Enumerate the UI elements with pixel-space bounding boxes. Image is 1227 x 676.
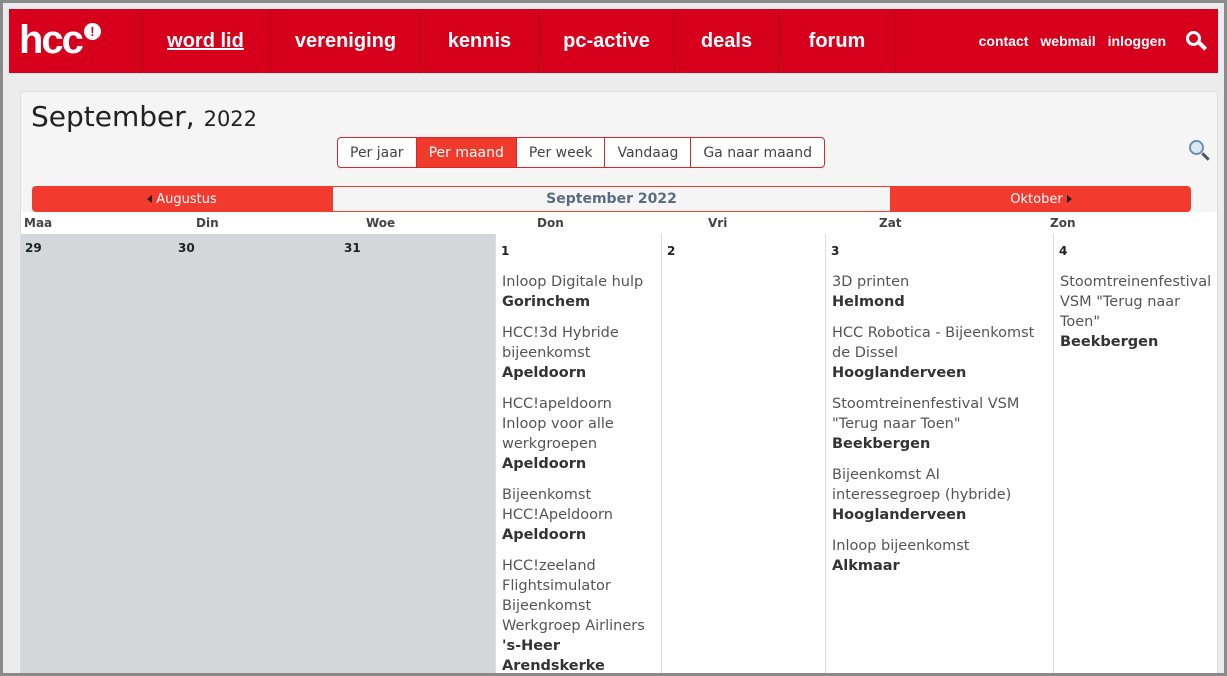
logo-text: hcc: [19, 17, 84, 62]
day-cell-4: 4 Stoomtreinenfestival VSM "Terug naar T…: [1053, 234, 1217, 673]
hcc-logo[interactable]: hcc !: [19, 17, 101, 63]
day-number: 29: [25, 241, 42, 255]
per-jaar-button[interactable]: Per jaar: [338, 138, 417, 167]
inloggen-link[interactable]: inloggen: [1108, 33, 1166, 49]
previous-month-button[interactable]: Augustus: [32, 186, 332, 212]
weekday-vri: Vri: [708, 216, 728, 230]
arrow-left-icon: [147, 195, 153, 203]
year: 2022: [203, 107, 258, 131]
event-item[interactable]: Bijeenkomst AI interessegroep (hybride) H…: [832, 465, 1049, 525]
event-item[interactable]: Bijeenkomst HCC!Apeldoorn Apeldoorn: [502, 485, 657, 545]
month-grid: 29 30 31 1 Inloop Digitale hulp Gorinchem…: [21, 234, 1217, 673]
next-month-label: Oktober: [1010, 191, 1063, 207]
current-month-label: September 2022: [332, 186, 891, 212]
nav-item-vereniging[interactable]: vereniging: [270, 9, 420, 73]
next-month-button[interactable]: Oktober: [891, 186, 1191, 212]
previous-month-days: 29 30 31: [21, 234, 495, 673]
per-maand-button[interactable]: Per maand: [416, 138, 517, 167]
event-item[interactable]: HCC!apeldoorn Inloop voor alle werkgroep…: [502, 394, 657, 474]
event-item[interactable]: Stoomtreinenfestival VSM "Terug naar Toe…: [832, 394, 1049, 454]
vandaag-button[interactable]: Vandaag: [605, 138, 692, 167]
day-number: 4: [1059, 244, 1068, 258]
nav-item-forum[interactable]: forum: [778, 9, 896, 73]
weekday-din: Din: [196, 216, 219, 230]
logo-exclamation-icon: !: [83, 22, 101, 40]
day-number: 1: [501, 244, 510, 258]
weekday-header: Maa Din Woe Don Vri Zat Zon: [21, 212, 1217, 234]
event-item[interactable]: 3D printen Helmond: [832, 272, 1049, 312]
event-item[interactable]: HCC!zeeland Flightsimulator Bijeenkomst …: [502, 556, 657, 673]
weekday-woe: Woe: [366, 216, 396, 230]
event-item[interactable]: HCC Robotica - Bijeenkomst de Dissel Hoog…: [832, 323, 1049, 383]
weekday-maa: Maa: [24, 216, 53, 230]
weekday-don: Don: [537, 216, 564, 230]
per-week-button[interactable]: Per week: [517, 138, 606, 167]
calendar-search-icon[interactable]: [1189, 140, 1211, 162]
month-name: September,: [31, 100, 195, 133]
search-icon[interactable]: [1184, 29, 1208, 53]
event-item[interactable]: Inloop bijeenkomst Alkmaar: [832, 536, 1049, 576]
weekday-zat: Zat: [879, 216, 902, 230]
event-item[interactable]: Stoomtreinenfestival VSM "Terug naar Toe…: [1060, 272, 1213, 352]
previous-month-label: Augustus: [156, 191, 217, 207]
browser-frame: hcc ! word lid vereniging kennis pc-acti…: [3, 3, 1224, 673]
nav-item-kennis[interactable]: kennis: [420, 9, 538, 73]
month-navigation: Augustus September 2022 Oktober: [32, 186, 1191, 212]
weekday-zon: Zon: [1050, 216, 1076, 230]
day-cell-3: 3 3D printen Helmond HCC Robotica - Bijee…: [825, 234, 1053, 673]
calendar-panel: September, 2022 Per jaar Per maand Per w…: [20, 91, 1218, 673]
main-nav: word lid vereniging kennis pc-active dea…: [140, 9, 896, 73]
nav-item-word-lid[interactable]: word lid: [140, 9, 270, 73]
nav-item-pc-active[interactable]: pc-active: [538, 9, 674, 73]
view-switcher: Per jaar Per maand Per week Vandaag Ga n…: [337, 137, 825, 168]
utility-links: contact webmail inloggen: [979, 9, 1208, 73]
event-item[interactable]: Inloop Digitale hulp Gorinchem: [502, 272, 657, 312]
day-number: 2: [667, 244, 676, 258]
arrow-right-icon: [1066, 195, 1072, 203]
ga-naar-maand-button[interactable]: Ga naar maand: [691, 138, 824, 167]
day-cell-1: 1 Inloop Digitale hulp Gorinchem HCC!3d H…: [495, 234, 661, 673]
day-number: 30: [178, 241, 195, 255]
day-number: 3: [831, 244, 840, 258]
contact-link[interactable]: contact: [979, 33, 1029, 49]
page-title: September, 2022: [31, 100, 257, 133]
top-navigation-bar: hcc ! word lid vereniging kennis pc-acti…: [9, 9, 1218, 73]
day-number: 31: [344, 241, 361, 255]
webmail-link[interactable]: webmail: [1040, 33, 1095, 49]
day-cell-2: 2: [661, 234, 825, 673]
event-item[interactable]: HCC!3d Hybride bijeenkomst Apeldoorn: [502, 323, 657, 383]
nav-item-deals[interactable]: deals: [674, 9, 778, 73]
